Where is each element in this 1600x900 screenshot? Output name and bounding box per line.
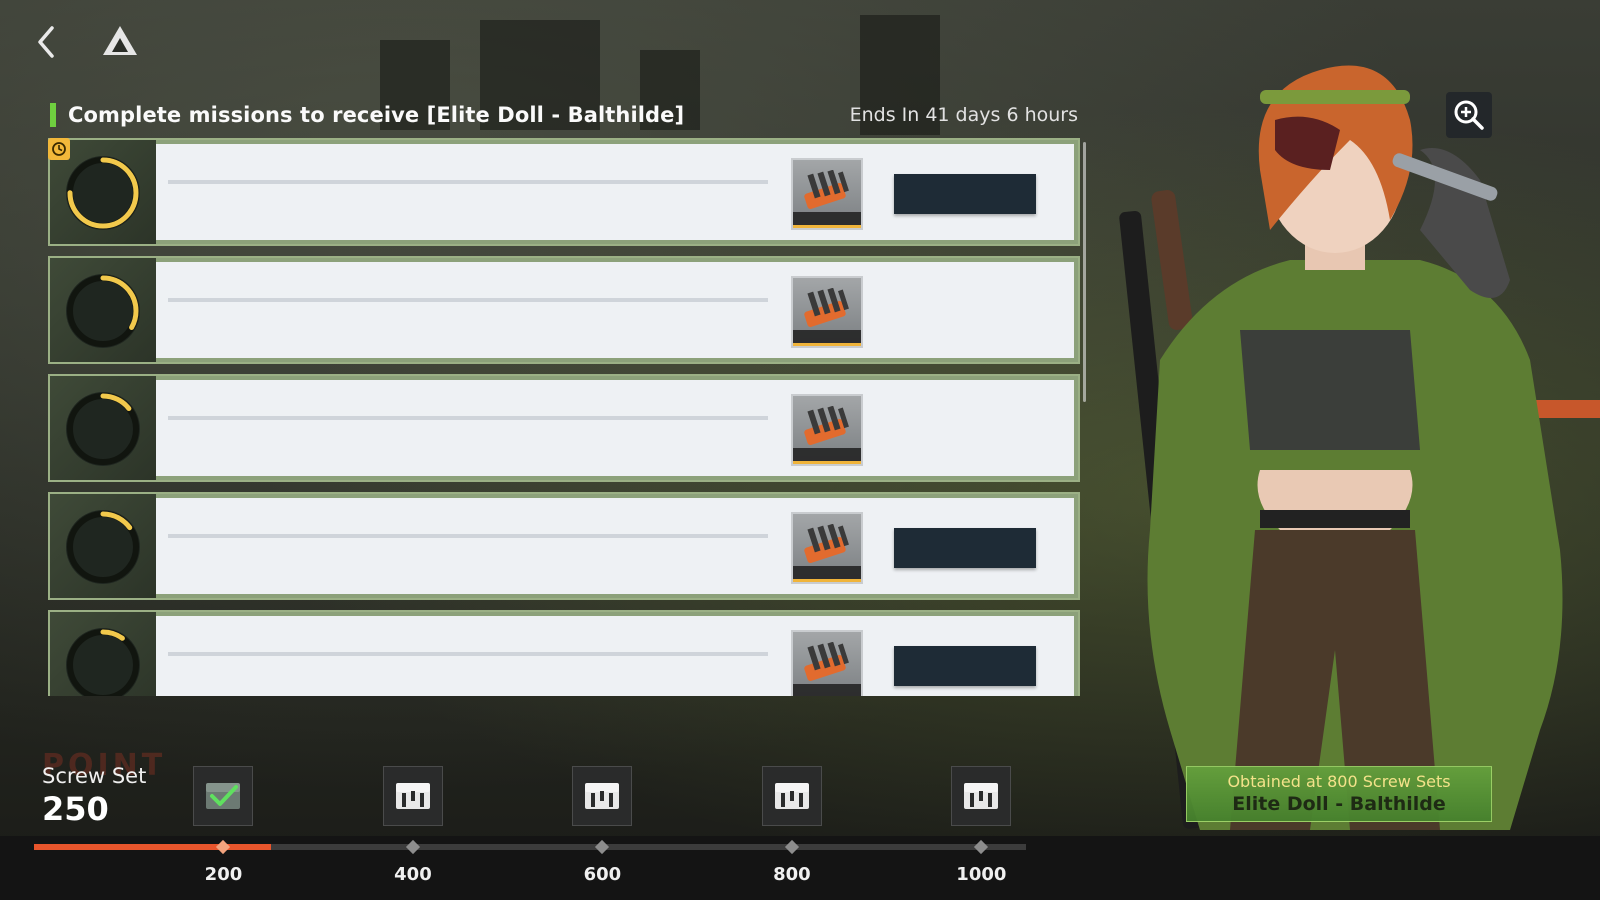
screw-set-icon bbox=[801, 405, 853, 454]
mission-row bbox=[48, 374, 1080, 482]
reward-quantity bbox=[793, 448, 861, 464]
progress-ring-graphic bbox=[66, 274, 140, 348]
screw-set-icon bbox=[801, 523, 853, 572]
mission-card bbox=[156, 144, 1074, 240]
screw-set-icon bbox=[801, 641, 853, 690]
event-title: Complete missions to receive [Elite Doll… bbox=[50, 100, 684, 130]
milestone-label: 400 bbox=[394, 864, 432, 885]
reward-chest-icon[interactable] bbox=[572, 766, 633, 826]
mission-title-divider bbox=[168, 416, 768, 420]
mission-title-divider bbox=[168, 652, 768, 656]
reward-item[interactable] bbox=[791, 158, 863, 230]
mission-card bbox=[156, 262, 1074, 358]
reward-condition-text: Obtained at 800 Screw Sets bbox=[1227, 772, 1451, 791]
character-portrait bbox=[1090, 30, 1600, 830]
mission-title-divider bbox=[168, 180, 768, 184]
reward-name-text: Elite Doll - Balthilde bbox=[1232, 793, 1446, 815]
mission-card bbox=[156, 380, 1074, 476]
mission-card bbox=[156, 616, 1074, 696]
mission-row bbox=[48, 610, 1080, 696]
mission-row bbox=[48, 138, 1080, 246]
zoom-in-icon[interactable] bbox=[1446, 92, 1492, 138]
progress-ring-graphic bbox=[66, 156, 140, 230]
mission-progress-ring bbox=[50, 612, 156, 696]
milestone-label: 1000 bbox=[956, 864, 1007, 885]
mission-progress-ring bbox=[50, 494, 156, 598]
reward-quantity bbox=[793, 566, 861, 582]
reward-quantity bbox=[793, 684, 861, 696]
progress-ring-graphic bbox=[66, 392, 140, 466]
screw-set-icon bbox=[801, 169, 853, 218]
mission-row bbox=[48, 492, 1080, 600]
progress-ring-graphic bbox=[66, 628, 140, 696]
milestone-label: 800 bbox=[773, 864, 811, 885]
milestone-label: 600 bbox=[583, 864, 622, 885]
reward-item[interactable] bbox=[791, 276, 863, 348]
proceed-button[interactable] bbox=[894, 174, 1036, 214]
mission-progress-ring bbox=[50, 376, 156, 480]
reward-item[interactable] bbox=[791, 512, 863, 584]
mission-card bbox=[156, 498, 1074, 594]
reward-quantity bbox=[793, 330, 861, 346]
claimed-chest-icon[interactable] bbox=[193, 766, 254, 826]
milestone-label: 200 bbox=[204, 864, 243, 885]
reward-quantity bbox=[793, 212, 861, 228]
mission-row bbox=[48, 256, 1080, 364]
reward-chest-icon[interactable] bbox=[382, 766, 443, 826]
proceed-button[interactable] bbox=[894, 646, 1036, 686]
app-logo-icon[interactable] bbox=[100, 22, 140, 62]
event-title-text: Complete missions to receive [Elite Doll… bbox=[68, 103, 685, 127]
event-ends-timer: Ends In 41 days 6 hours bbox=[849, 104, 1078, 126]
reward-chest-icon[interactable] bbox=[761, 766, 822, 826]
screw-set-icon bbox=[801, 287, 853, 336]
title-accent-bar bbox=[50, 103, 56, 127]
mission-list-scrollbar[interactable] bbox=[1083, 142, 1086, 402]
reward-item[interactable] bbox=[791, 630, 863, 696]
proceed-button[interactable] bbox=[894, 528, 1036, 568]
reward-info-box: Obtained at 800 Screw Sets Elite Doll - … bbox=[1186, 766, 1492, 822]
screw-progress-fill bbox=[34, 844, 271, 850]
screw-set-label: Screw Set bbox=[42, 764, 147, 788]
reward-item[interactable] bbox=[791, 394, 863, 466]
mission-title-divider bbox=[168, 298, 768, 302]
back-arrow-icon[interactable] bbox=[30, 22, 66, 62]
screw-progress-track bbox=[34, 839, 1026, 855]
mission-list[interactable] bbox=[48, 138, 1080, 696]
screw-set-value: 250 bbox=[42, 790, 109, 828]
mission-title-divider bbox=[168, 534, 768, 538]
mission-progress-ring bbox=[50, 258, 156, 362]
progress-ring-graphic bbox=[66, 510, 140, 584]
clock-icon bbox=[48, 138, 70, 160]
reward-chest-icon[interactable] bbox=[951, 766, 1012, 826]
